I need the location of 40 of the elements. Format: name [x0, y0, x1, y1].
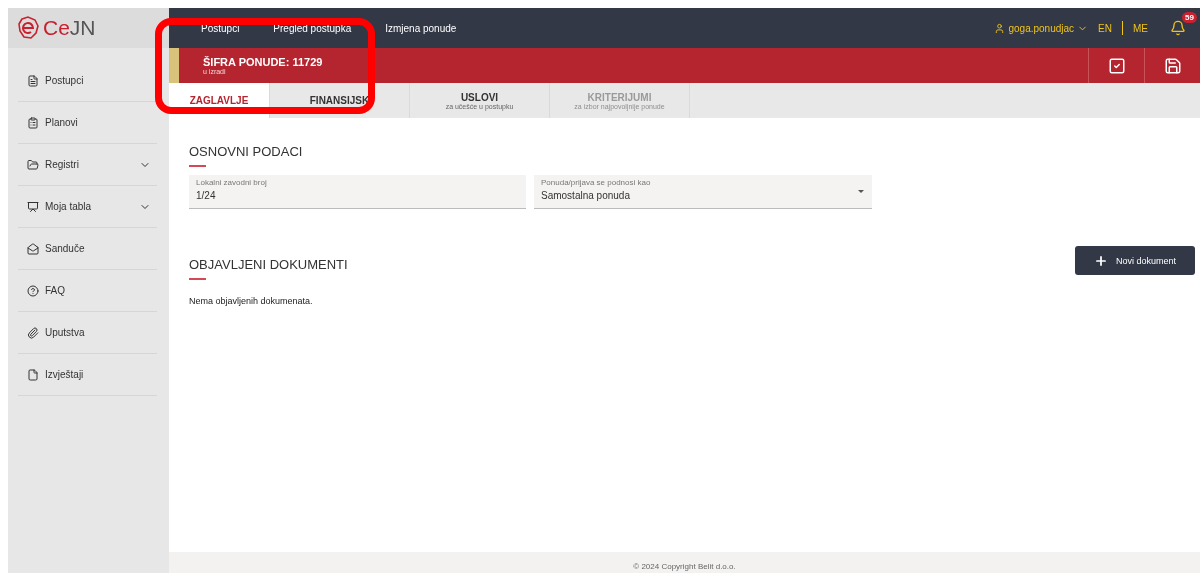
mail-icon: [27, 242, 39, 255]
select-field[interactable]: Ponuda/prijava se podnosi kao Samostalna ponuda: [534, 175, 872, 209]
user-icon: [994, 22, 1006, 34]
sidebar-item[interactable]: Sanduče: [18, 228, 157, 270]
sidebar-item[interactable]: Moja tabla: [18, 186, 157, 228]
file-icon: [27, 368, 39, 381]
section-heading: OBJAVLJENI DOKUMENTI: [189, 257, 348, 272]
sidebar-item[interactable]: Registri: [18, 144, 157, 186]
empty-message: Nema objavljenih dokumenata.: [189, 296, 314, 306]
clipboard-icon: [27, 116, 39, 129]
sidebar-item[interactable]: Uputstva: [18, 312, 157, 354]
offer-code-title: ŠIFRA PONUDE: 11729: [203, 56, 324, 68]
bell-icon[interactable]: [1170, 20, 1186, 36]
tab[interactable]: FINANSIJSK: [270, 83, 410, 118]
breadcrumb-link[interactable]: Izmjena ponude: [385, 22, 457, 34]
breadcrumb-link[interactable]: Postupci: [201, 22, 240, 34]
input-field[interactable]: Lokalni zavodni broj 1/24: [189, 175, 526, 209]
new-document-button[interactable]: Novi dokument: [1075, 246, 1195, 275]
sidebar-item[interactable]: FAQ: [18, 270, 157, 312]
save-icon: [1163, 56, 1182, 75]
section-heading: OSNOVNI PODACI: [189, 144, 304, 159]
plus-icon: [1094, 253, 1108, 268]
copyright-text: © 2024 Copyright Belit d.o.o.: [633, 562, 736, 571]
sidebar-item[interactable]: Postupci: [18, 60, 157, 102]
bookmark-marker: [169, 48, 179, 83]
sidebar-item[interactable]: Planovi: [18, 102, 157, 144]
paperclip-icon: [27, 326, 39, 339]
caret-icon: [858, 190, 864, 193]
logo-icon: [18, 16, 40, 40]
document-icon: [27, 74, 39, 87]
logo-text: CeJN: [43, 16, 96, 40]
board-icon: [27, 200, 39, 213]
folder-icon: [27, 158, 39, 171]
language-link[interactable]: ME: [1133, 22, 1148, 34]
sidebar-item[interactable]: Izvještaji: [18, 354, 157, 396]
check-square-icon: [1107, 56, 1126, 75]
notification-count: 59: [1182, 12, 1197, 23]
user-menu[interactable]: goga.ponudjac: [994, 22, 1089, 34]
language-link[interactable]: EN: [1098, 22, 1112, 34]
help-icon: [27, 284, 39, 297]
